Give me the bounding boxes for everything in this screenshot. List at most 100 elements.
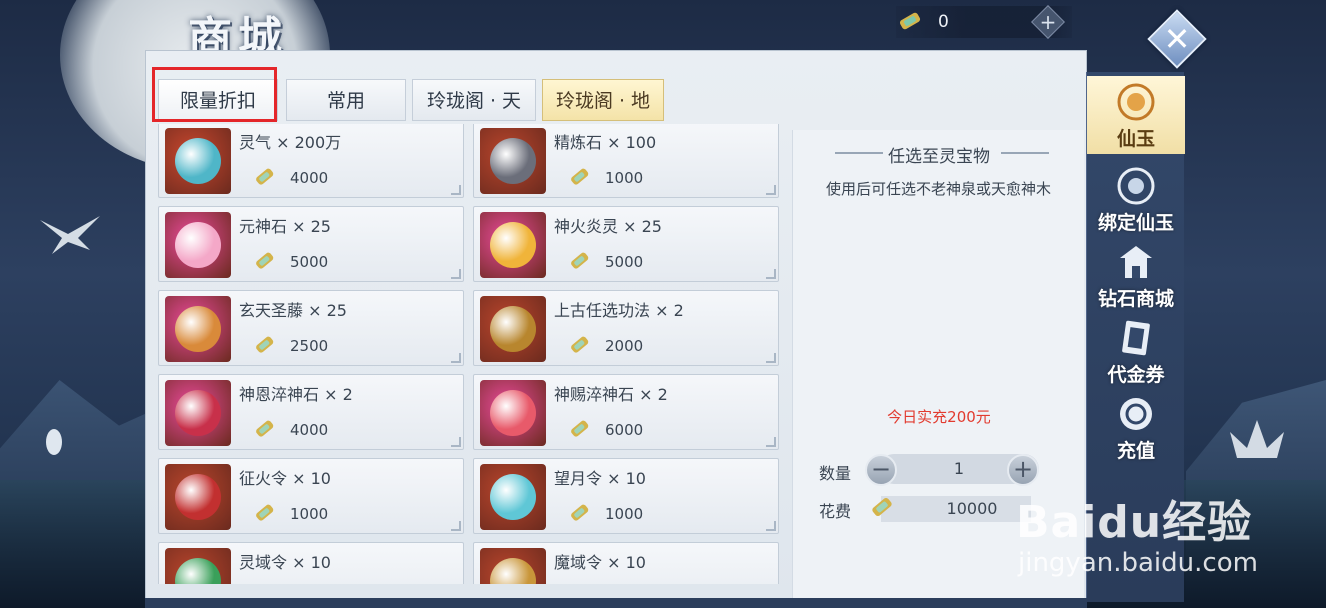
sidebar-item-voucher[interactable]: 代金券 xyxy=(1087,312,1185,390)
vine-icon xyxy=(165,296,231,362)
jade-scroll-icon xyxy=(571,504,589,521)
tab-linglong-earth[interactable]: 玲珑阁 · 地 xyxy=(542,79,664,121)
cost-label: 花费 xyxy=(819,502,852,521)
item-price: 2500 xyxy=(290,337,329,355)
item-price: 4000 xyxy=(290,169,329,187)
close-icon: ✕ xyxy=(1163,20,1191,58)
item-list[interactable]: 灵气 × 200万 4000 精炼石 × 100 1000 元神石 × 25 5000 神火… xyxy=(158,124,782,584)
recharge-icon xyxy=(1120,398,1152,430)
sidebar-item-label: 仙玉 xyxy=(1116,128,1155,150)
item-icon-core xyxy=(490,558,536,584)
quantity-increase-button[interactable]: + xyxy=(1007,454,1039,486)
recharge-note: 今日实充200元 xyxy=(887,408,991,426)
tab-common[interactable]: 常用 xyxy=(286,79,406,121)
jade-scroll-icon xyxy=(256,252,274,269)
item-icon-core xyxy=(175,390,221,436)
moon-token-icon xyxy=(480,464,546,530)
jade-scroll-icon xyxy=(571,336,589,353)
item-icon-core xyxy=(175,138,221,184)
item-price: 1000 xyxy=(290,505,329,523)
item-card[interactable]: 望月令 × 10 1000 xyxy=(473,458,779,534)
watermark-url: jingyan.baidu.com xyxy=(1018,548,1258,578)
sidebar-item-label: 代金券 xyxy=(1107,364,1165,386)
item-icon-core xyxy=(490,390,536,436)
item-card[interactable]: 神赐淬神石 × 2 6000 xyxy=(473,374,779,450)
item-icon-core xyxy=(175,474,221,520)
close-button[interactable]: ✕ xyxy=(1147,9,1207,69)
quantity-label: 数量 xyxy=(819,464,852,483)
pink-gem-icon xyxy=(165,212,231,278)
spiral-essence-icon xyxy=(165,128,231,194)
add-currency-button[interactable]: + xyxy=(1031,5,1065,39)
cost-field: 10000 xyxy=(881,496,1031,522)
currency-bar: 0 + xyxy=(896,5,1072,39)
item-card[interactable]: 上古任选功法 × 2 2000 xyxy=(473,290,779,366)
treasure-chest-icon xyxy=(480,128,546,194)
item-card[interactable]: 灵气 × 200万 4000 xyxy=(158,124,464,198)
crystal-icon xyxy=(165,380,231,446)
item-name: 魔域令 × 10 xyxy=(554,553,646,572)
pavilion-icon xyxy=(1120,246,1152,278)
item-price: 5000 xyxy=(605,253,644,271)
sidebar-item-recharge[interactable]: 充值 xyxy=(1087,388,1185,466)
jade-scroll-icon xyxy=(256,168,274,185)
watermark-logo: Baidu经验 xyxy=(1016,497,1253,548)
lotus-icon xyxy=(1230,420,1284,458)
jade-scroll-icon xyxy=(899,12,921,30)
item-icon-core xyxy=(490,222,536,268)
jade-orb-icon xyxy=(1117,83,1155,121)
item-icon-core xyxy=(175,222,221,268)
crane-icon xyxy=(40,216,100,254)
item-icon-core xyxy=(175,558,221,584)
sidebar-item-label: 充值 xyxy=(1116,440,1155,462)
item-name: 精炼石 × 100 xyxy=(554,133,657,152)
sidebar-item-diamond-shop[interactable]: 钻石商城 xyxy=(1087,236,1185,314)
sidebar-item-label: 绑定仙玉 xyxy=(1097,212,1174,234)
crystal-gold-icon xyxy=(480,380,546,446)
item-price: 6000 xyxy=(605,421,644,439)
cost-value: 10000 xyxy=(946,499,998,518)
sidebar-item-bound-jade[interactable]: 绑定仙玉 xyxy=(1087,160,1185,238)
currency-value: 0 xyxy=(938,12,949,32)
item-name: 神恩淬神石 × 2 xyxy=(239,385,353,404)
item-price: 5000 xyxy=(290,253,329,271)
item-price: 1000 xyxy=(605,505,644,523)
item-name: 灵域令 × 10 xyxy=(239,553,331,572)
item-name: 灵气 × 200万 xyxy=(239,133,342,152)
highlight-annotation xyxy=(152,67,277,122)
item-icon-core xyxy=(490,306,536,352)
lotus-icon xyxy=(46,429,62,455)
item-icon-core xyxy=(175,306,221,352)
item-card[interactable]: 神恩淬神石 × 2 4000 xyxy=(158,374,464,450)
item-price: 1000 xyxy=(605,169,644,187)
item-icon-core xyxy=(490,138,536,184)
item-name: 神火炎灵 × 25 xyxy=(554,217,662,236)
jade-scroll-icon xyxy=(872,497,892,517)
fire-token-icon xyxy=(165,464,231,530)
item-price: 2000 xyxy=(605,337,644,355)
bound-jade-icon xyxy=(1117,167,1155,205)
item-card[interactable]: 魔域令 × 10 xyxy=(473,542,779,584)
detail-description: 使用后可任选不老神泉或天愈神木 xyxy=(826,180,1052,198)
watermark: Baidu经验 jingyan.baidu.com xyxy=(1016,486,1316,596)
sidebar-item-jade[interactable]: 仙玉 xyxy=(1087,76,1185,154)
item-card[interactable]: 征火令 × 10 1000 xyxy=(158,458,464,534)
item-icon-core xyxy=(490,474,536,520)
jade-scroll-icon xyxy=(571,252,589,269)
chest-icon xyxy=(480,296,546,362)
detail-title: 任选至灵宝物 xyxy=(888,147,990,167)
item-card[interactable]: 灵域令 × 10 xyxy=(158,542,464,584)
spirit-token-icon xyxy=(165,548,231,584)
item-card[interactable]: 神火炎灵 × 25 5000 xyxy=(473,206,779,282)
item-card[interactable]: 精炼石 × 100 1000 xyxy=(473,124,779,198)
plus-icon: + xyxy=(1039,10,1057,34)
tab-linglong-heaven[interactable]: 玲珑阁 · 天 xyxy=(412,79,536,121)
item-card[interactable]: 玄天圣藤 × 25 2500 xyxy=(158,290,464,366)
quantity-decrease-button[interactable]: − xyxy=(865,454,897,486)
sidebar-item-label: 钻石商城 xyxy=(1097,288,1174,310)
item-name: 上古任选功法 × 2 xyxy=(554,301,684,320)
jade-scroll-icon xyxy=(256,336,274,353)
item-card[interactable]: 元神石 × 25 5000 xyxy=(158,206,464,282)
item-name: 征火令 × 10 xyxy=(239,469,331,488)
jade-scroll-icon xyxy=(256,420,274,437)
